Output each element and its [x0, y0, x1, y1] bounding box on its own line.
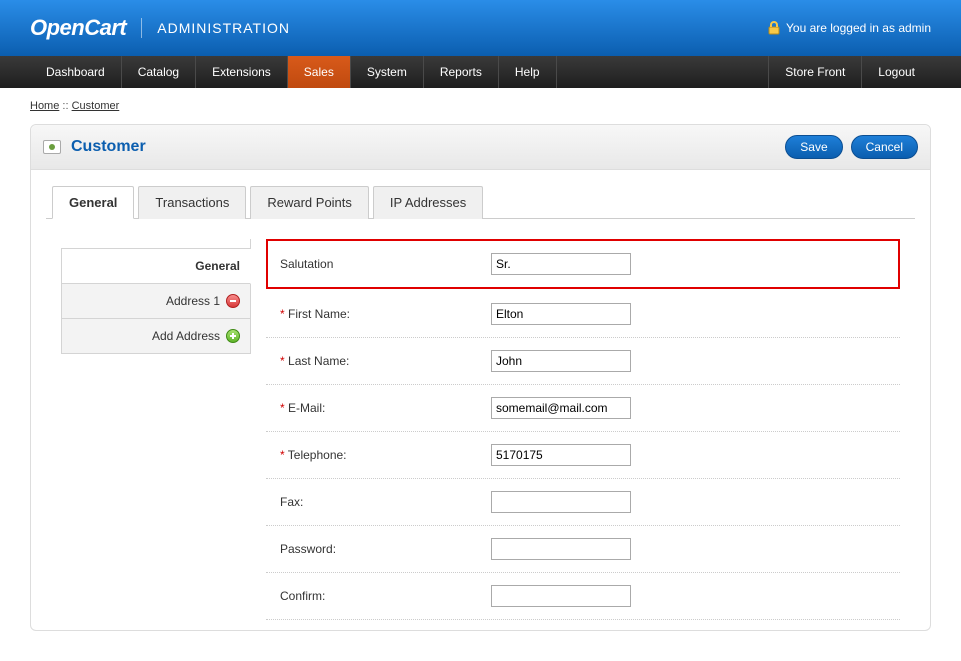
vtab-add-address-label: Add Address — [152, 329, 220, 343]
breadcrumb-sep: :: — [62, 100, 68, 112]
row-first-name: * First Name: — [266, 291, 900, 338]
required-star: * — [280, 307, 285, 321]
box-header: Customer Save Cancel — [31, 125, 930, 170]
label-last-name-text: Last Name: — [288, 354, 349, 368]
header-left: OpenCart ADMINISTRATION — [30, 15, 290, 41]
email-field[interactable] — [491, 397, 631, 419]
breadcrumb-home[interactable]: Home — [30, 100, 59, 112]
label-fax: Fax: — [276, 495, 491, 509]
header-subtitle: ADMINISTRATION — [157, 20, 290, 36]
row-telephone: * Telephone: — [266, 432, 900, 479]
password-field[interactable] — [491, 538, 631, 560]
logged-in-text: You are logged in as admin — [786, 21, 931, 35]
required-star: * — [280, 448, 285, 462]
vtab-spacer — [61, 239, 251, 249]
label-telephone: * Telephone: — [276, 448, 491, 462]
nav-system[interactable]: System — [351, 56, 424, 88]
box-buttons: Save Cancel — [785, 135, 918, 159]
vtabs: General Address 1 Add Address — [61, 239, 251, 620]
header: OpenCart ADMINISTRATION You are logged i… — [0, 0, 961, 56]
content-box: Customer Save Cancel General Transaction… — [30, 124, 931, 631]
vtab-general[interactable]: General — [61, 249, 251, 284]
label-first-name-text: First Name: — [288, 307, 350, 321]
nav-right: Store Front Logout — [768, 56, 931, 88]
salutation-field[interactable] — [491, 253, 631, 275]
page-title: Customer — [71, 138, 146, 156]
label-confirm: Confirm: — [276, 589, 491, 603]
label-telephone-text: Telephone: — [288, 448, 347, 462]
confirm-field[interactable] — [491, 585, 631, 607]
inner-content: General Address 1 Add Address Salutat — [46, 219, 915, 630]
last-name-field[interactable] — [491, 350, 631, 372]
label-password: Password: — [276, 542, 491, 556]
main-nav: Dashboard Catalog Extensions Sales Syste… — [0, 56, 961, 88]
logo-separator — [141, 18, 142, 38]
nav-sales[interactable]: Sales — [288, 56, 351, 88]
first-name-field[interactable] — [491, 303, 631, 325]
row-confirm: Confirm: — [266, 573, 900, 620]
vtab-add-address[interactable]: Add Address — [61, 319, 251, 354]
page: Home :: Customer Customer Save Cancel Ge… — [0, 88, 961, 661]
label-email: * E-Mail: — [276, 401, 491, 415]
label-email-text: E-Mail: — [288, 401, 325, 415]
row-last-name: * Last Name: — [266, 338, 900, 385]
row-password: Password: — [266, 526, 900, 573]
cancel-button[interactable]: Cancel — [851, 135, 918, 159]
label-last-name: * Last Name: — [276, 354, 491, 368]
vtab-general-label: General — [195, 259, 240, 273]
logo[interactable]: OpenCart — [30, 15, 126, 41]
fax-field[interactable] — [491, 491, 631, 513]
add-icon[interactable] — [226, 329, 240, 343]
lock-icon — [768, 21, 780, 35]
vtab-address-1-label: Address 1 — [166, 294, 220, 308]
nav-extensions[interactable]: Extensions — [196, 56, 288, 88]
label-salutation-text: Salutation — [280, 257, 333, 271]
tab-reward-points[interactable]: Reward Points — [250, 186, 369, 219]
label-fax-text: Fax: — [280, 495, 303, 509]
label-first-name: * First Name: — [276, 307, 491, 321]
breadcrumb-current[interactable]: Customer — [72, 100, 120, 112]
nav-store-front[interactable]: Store Front — [768, 56, 861, 88]
nav-dashboard[interactable]: Dashboard — [30, 56, 122, 88]
nav-catalog[interactable]: Catalog — [122, 56, 196, 88]
form-area: Salutation * First Name: * — [266, 239, 900, 620]
label-confirm-text: Confirm: — [280, 589, 325, 603]
tab-ip-addresses[interactable]: IP Addresses — [373, 186, 483, 219]
row-email: * E-Mail: — [266, 385, 900, 432]
header-right: You are logged in as admin — [768, 21, 931, 35]
customer-icon — [43, 140, 61, 154]
row-fax: Fax: — [266, 479, 900, 526]
row-salutation: Salutation — [266, 239, 900, 289]
breadcrumb: Home :: Customer — [30, 88, 931, 124]
vtab-address-1[interactable]: Address 1 — [61, 284, 251, 319]
nav-reports[interactable]: Reports — [424, 56, 499, 88]
required-star: * — [280, 354, 285, 368]
label-password-text: Password: — [280, 542, 336, 556]
tabs-wrap: General Transactions Reward Points IP Ad… — [31, 170, 930, 630]
remove-icon[interactable] — [226, 294, 240, 308]
nav-logout[interactable]: Logout — [861, 56, 931, 88]
tab-transactions[interactable]: Transactions — [138, 186, 246, 219]
telephone-field[interactable] — [491, 444, 631, 466]
nav-left: Dashboard Catalog Extensions Sales Syste… — [30, 56, 557, 88]
tab-general[interactable]: General — [52, 186, 134, 219]
save-button[interactable]: Save — [785, 135, 842, 159]
nav-help[interactable]: Help — [499, 56, 557, 88]
required-star: * — [280, 401, 285, 415]
box-title-wrap: Customer — [43, 138, 146, 156]
label-salutation: Salutation — [276, 257, 491, 271]
tabs: General Transactions Reward Points IP Ad… — [46, 185, 915, 219]
